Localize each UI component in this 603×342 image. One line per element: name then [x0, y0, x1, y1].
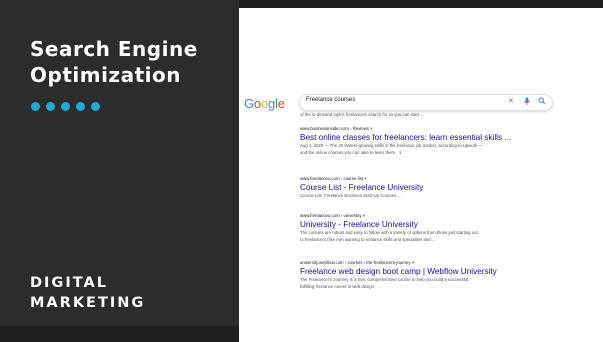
search-query-text[interactable]: Freelance courses [306, 97, 355, 103]
result-title-link[interactable]: Best online classes for freelancers: lea… [300, 132, 560, 143]
slide-title-line1: Search Engine [30, 37, 198, 61]
previous-result-snippet: of the in-demand topics freelancers sear… [300, 112, 424, 117]
result-title-link[interactable]: University - Freelance University [300, 219, 560, 230]
close-icon[interactable]: ✕ [508, 97, 514, 107]
title-panel: Search Engine Optimization DIGITAL MARKE… [0, 0, 239, 342]
result-snippet: Course List. Freelance Business Start-Up… [300, 193, 560, 200]
result-snippet: The Freelancer's Journey is a free, comp… [300, 277, 560, 290]
google-logo-letter: o [253, 96, 261, 111]
result-snippet-line: Course List. Freelance Business Start-Up… [300, 193, 402, 198]
search-icon[interactable] [538, 97, 546, 109]
slide-title-line2: Optimization [30, 63, 181, 87]
search-input[interactable]: Freelance courses ✕ [299, 94, 553, 111]
google-logo-letter: g [267, 96, 276, 111]
result-title-link[interactable]: Freelance web design boot camp | Webflow… [300, 266, 560, 277]
slide-subtitle-line1: DIGITAL [30, 275, 108, 291]
microphone-icon[interactable] [524, 97, 530, 110]
dot [76, 102, 85, 111]
dot [91, 102, 100, 111]
google-logo-letter: e [277, 96, 285, 111]
result-snippet: The courses are robust and easy to follo… [300, 230, 560, 243]
bottom-frame-bar [0, 326, 239, 342]
slide-subtitle: DIGITAL MARKETING [30, 273, 230, 313]
search-result: www.freelanceu.com › university ▾ Univer… [300, 213, 560, 243]
result-url[interactable]: www.freelanceu.com › course-list [300, 176, 363, 181]
result-snippet: Aug 1, 2020 — The 20 fastest-growing ski… [300, 143, 560, 156]
decorative-dots [31, 102, 100, 111]
search-result: www.freelanceu.com › course-list ▾ Cours… [300, 176, 560, 200]
google-logo-letter: G [244, 96, 254, 111]
result-snippet-line: fulfilling freelance career in web desig… [300, 283, 376, 289]
google-logo[interactable]: Google [244, 96, 285, 111]
google-logo-letter: o [260, 96, 268, 111]
result-url[interactable]: www.freelanceu.com › university [300, 213, 362, 218]
slide-title: Search Engine Optimization [30, 36, 230, 88]
chevron-down-icon[interactable]: ▾ [412, 260, 414, 265]
result-snippet-line: and the online courses you can take to l… [300, 149, 403, 155]
dot [31, 102, 40, 111]
search-result: www.businessinsider.com › Reviews ▾ Best… [300, 126, 560, 156]
result-snippet-line: to freelancers (like me) wanting to enha… [300, 236, 436, 242]
result-url[interactable]: www.businessinsider.com › Reviews [300, 126, 369, 131]
dot [61, 102, 70, 111]
chevron-down-icon[interactable]: ▾ [363, 213, 365, 218]
dot [46, 102, 55, 111]
result-url[interactable]: university.webflow.com › courses › the-f… [300, 260, 411, 265]
chevron-down-icon[interactable]: ▾ [364, 176, 366, 181]
slide-subtitle-line2: MARKETING [30, 295, 146, 311]
chevron-down-icon[interactable]: ▾ [370, 126, 372, 131]
result-title-link[interactable]: Course List - Freelance University [300, 182, 560, 193]
search-result: university.webflow.com › courses › the-f… [300, 260, 560, 290]
